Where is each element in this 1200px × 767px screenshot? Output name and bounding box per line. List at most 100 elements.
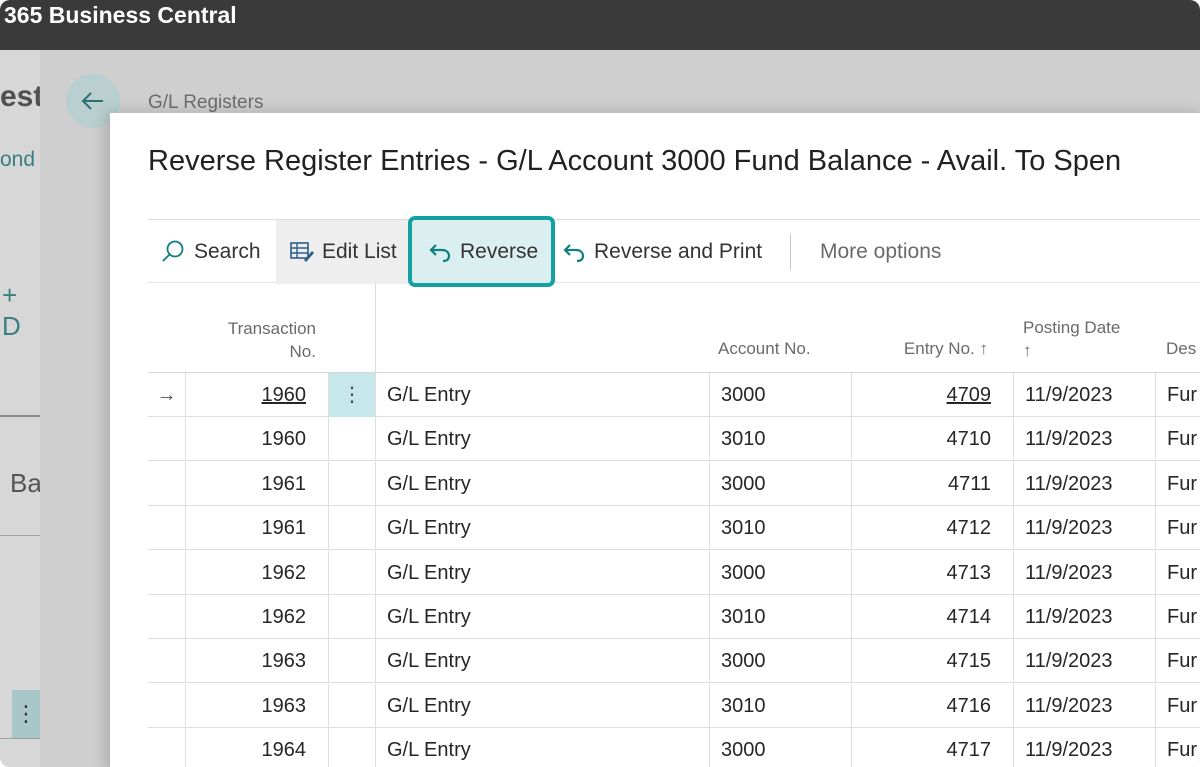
cell-transaction-no[interactable]: 1961: [186, 461, 329, 506]
cell-transaction-no[interactable]: 1963: [186, 639, 329, 684]
cell-type-text: G/L Entry: [387, 650, 471, 673]
search-button-label: Search: [194, 240, 261, 263]
table-row[interactable]: → 1960 ⋮ G/L Entry 3000 4709 11/9/2023 Fur: [148, 373, 1200, 417]
table-row[interactable]: 1963 G/L Entry 3000 4715 11/9/2023 Fur: [148, 639, 1200, 684]
reverse-and-print-button[interactable]: Reverse and Print: [562, 220, 762, 284]
row-menu-icon[interactable]: [329, 595, 376, 639]
cell-transaction-no[interactable]: 1963: [186, 683, 329, 728]
cell-transaction-no[interactable]: 1960: [186, 417, 329, 462]
cell-account-no: 3000: [710, 728, 852, 767]
cell-description: Fur: [1156, 684, 1200, 728]
more-options-label: More options: [820, 240, 942, 263]
cell-type: G/L Entry: [376, 373, 710, 417]
cell-transaction-no[interactable]: 1964: [186, 728, 329, 767]
cell-transaction-no-text: 1964: [261, 739, 307, 762]
cell-description: Fur: [1156, 506, 1200, 550]
cell-description-text: Fur: [1167, 694, 1197, 717]
cell-entry-no[interactable]: 4714: [852, 595, 1014, 639]
cell-transaction-no[interactable]: 1960: [186, 373, 329, 417]
cell-entry-no-text: 4713: [946, 561, 992, 584]
cell-entry-no-text: 4709: [946, 384, 992, 406]
cell-account-no: 3000: [710, 373, 852, 417]
row-menu-icon[interactable]: [329, 461, 376, 506]
table-row[interactable]: 1962 G/L Entry 3010 4714 11/9/2023 Fur: [148, 595, 1200, 639]
cell-description-text: Fur: [1167, 739, 1197, 762]
row-menu-icon[interactable]: [329, 417, 376, 462]
cell-entry-no[interactable]: 4711: [852, 461, 1014, 506]
column-header-text: No.: [289, 342, 316, 361]
cell-type: G/L Entry: [376, 728, 710, 767]
cell-posting-date-text: 11/9/2023: [1025, 739, 1113, 762]
cell-entry-no[interactable]: 4710: [852, 417, 1014, 462]
cell-transaction-no-text: 1960: [261, 428, 307, 451]
row-pointer-icon: [148, 595, 186, 639]
bg-divider: [0, 415, 40, 417]
cell-account-no: 3000: [710, 550, 852, 595]
cell-account-no: 3010: [710, 595, 852, 639]
cell-description: Fur: [1156, 462, 1200, 506]
breadcrumb: G/L Registers: [148, 92, 264, 113]
bg-row-menu-icon: ⋮: [12, 690, 40, 738]
search-button[interactable]: Search: [160, 220, 261, 284]
table-row[interactable]: 1960 G/L Entry 3010 4710 11/9/2023 Fur: [148, 417, 1200, 462]
table-row[interactable]: 1962 G/L Entry 3000 4713 11/9/2023 Fur: [148, 550, 1200, 595]
cell-posting-date-text: 11/9/2023: [1025, 650, 1113, 673]
cell-posting-date: 11/9/2023: [1014, 728, 1156, 767]
action-bar: Search Edit List Reverse Reverse and Pri…: [148, 219, 1200, 284]
cell-entry-no[interactable]: 4712: [852, 506, 1014, 551]
row-pointer-icon-text: →: [156, 384, 177, 406]
cell-entry-no[interactable]: 4709: [852, 373, 1014, 417]
bg-fragment-subtitle: ond: [0, 148, 36, 171]
row-menu-icon[interactable]: [329, 639, 376, 684]
cell-account-no-text: 3010: [721, 517, 766, 540]
table-row[interactable]: 1961 G/L Entry 3010 4712 11/9/2023 Fur: [148, 506, 1200, 551]
cell-account-no-text: 3010: [721, 428, 766, 451]
row-pointer-icon: [148, 417, 186, 462]
search-icon: [160, 239, 186, 265]
row-menu-icon[interactable]: ⋮: [329, 373, 376, 417]
cell-account-no: 3000: [710, 461, 852, 506]
cell-type-text: G/L Entry: [387, 428, 471, 451]
table-row[interactable]: 1961 G/L Entry 3000 4711 11/9/2023 Fur: [148, 461, 1200, 506]
cell-type: G/L Entry: [376, 595, 710, 639]
cell-account-no-text: 3000: [721, 384, 766, 406]
cell-type-text: G/L Entry: [387, 606, 471, 628]
cell-description-text: Fur: [1167, 561, 1197, 584]
cell-account-no: 3010: [710, 683, 852, 728]
cell-description: Fur: [1156, 728, 1200, 767]
cell-entry-no[interactable]: 4713: [852, 550, 1014, 595]
cell-type-text: G/L Entry: [387, 472, 471, 495]
cell-account-no-text: 3000: [721, 739, 766, 762]
cell-transaction-no[interactable]: 1962: [186, 595, 329, 639]
cell-entry-no-text: 4714: [946, 606, 992, 628]
cell-entry-no-text: 4716: [946, 694, 992, 717]
cell-entry-no-text: 4717: [946, 739, 992, 762]
cell-entry-no[interactable]: 4715: [852, 639, 1014, 684]
row-pointer-icon: →: [148, 373, 186, 417]
column-header-text: Posting Date: [1023, 318, 1121, 337]
cell-type-text: G/L Entry: [387, 517, 471, 540]
row-pointer-icon: [148, 461, 186, 506]
app-window: 365 Business Central est ond + D Ba ⋮ G/…: [0, 0, 1200, 767]
cell-account-no: 3010: [710, 417, 852, 462]
edit-list-button[interactable]: Edit List: [276, 220, 408, 284]
cell-description: Fur: [1156, 551, 1200, 595]
cell-posting-date: 11/9/2023: [1014, 550, 1156, 595]
cell-transaction-no-text: 1960: [261, 384, 307, 406]
row-menu-icon[interactable]: [329, 506, 376, 551]
cell-description-text: Fur: [1167, 428, 1197, 451]
cell-transaction-no[interactable]: 1961: [186, 506, 329, 551]
sort-arrow-icon: ↑: [1023, 341, 1032, 360]
cell-posting-date: 11/9/2023: [1014, 595, 1156, 639]
more-options-button[interactable]: More options: [820, 220, 941, 284]
table-row[interactable]: 1963 G/L Entry 3010 4716 11/9/2023 Fur: [148, 683, 1200, 728]
bg-fragment-title: est: [0, 80, 40, 113]
cell-entry-no[interactable]: 4717: [852, 728, 1014, 767]
table-row[interactable]: 1964 G/L Entry 3000 4717 11/9/2023 Fur: [148, 728, 1200, 767]
cell-transaction-no[interactable]: 1962: [186, 550, 329, 595]
row-menu-icon[interactable]: [329, 728, 376, 767]
row-menu-icon[interactable]: [329, 550, 376, 595]
cell-posting-date: 11/9/2023: [1014, 417, 1156, 462]
row-menu-icon[interactable]: [329, 683, 376, 728]
cell-entry-no[interactable]: 4716: [852, 683, 1014, 728]
